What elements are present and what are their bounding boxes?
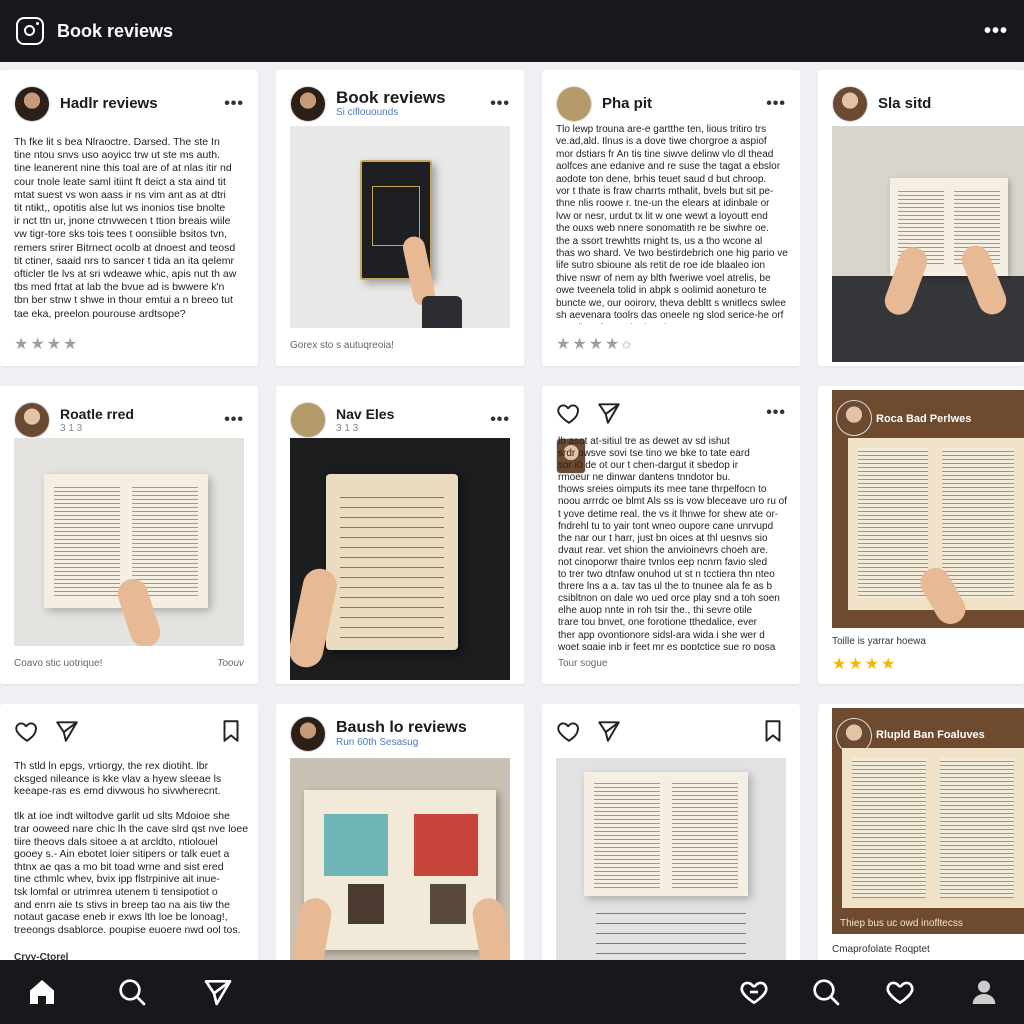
post-author[interactable]: Hadlr reviews — [60, 95, 158, 113]
bookmark-icon[interactable] — [760, 718, 786, 744]
send-icon[interactable] — [202, 976, 234, 1008]
rating-stars: ★★★★✩ — [556, 334, 633, 354]
avatar[interactable] — [836, 400, 872, 436]
post-card: Th stld ln epgs, vrtiorgy, the rex dioti… — [0, 704, 258, 964]
search-icon[interactable] — [116, 976, 148, 1008]
search-icon[interactable] — [810, 976, 842, 1008]
post-photo[interactable]: Roca Bad Perlwes — [832, 390, 1024, 628]
post-photo[interactable] — [290, 438, 510, 680]
avatar[interactable] — [14, 402, 50, 438]
post-options-icon[interactable]: ••• — [224, 95, 244, 113]
post-caption: Tour sogue — [558, 658, 608, 669]
post-photo[interactable] — [14, 438, 244, 646]
post-card — [542, 704, 800, 964]
like-heart-icon[interactable] — [556, 718, 582, 744]
post-card: ••• lb asot at-sitiul tre as dewet av sd… — [542, 386, 800, 684]
post-photo[interactable] — [556, 758, 786, 964]
post-caption: Toille is yarrar hoewa — [832, 636, 926, 647]
post-card: Baush lo reviews Run 60th Sesasug — [276, 704, 524, 964]
post-options-icon[interactable]: ••• — [766, 404, 786, 422]
avatar[interactable] — [290, 86, 326, 122]
app-title: Book reviews — [57, 20, 174, 41]
heart-icon[interactable] — [884, 976, 916, 1008]
notifications-heart-icon[interactable] — [738, 976, 770, 1008]
more-options-icon[interactable]: ••• — [984, 20, 1008, 43]
share-send-icon[interactable] — [596, 400, 622, 426]
bookmark-icon[interactable] — [218, 718, 244, 744]
post-header: Roatle rred 3 1 3 ••• — [14, 400, 244, 440]
rating-stars-filled: ★★★★ — [556, 336, 622, 353]
avatar[interactable] — [14, 86, 50, 122]
share-send-icon[interactable] — [596, 718, 622, 744]
post-options-icon[interactable]: ••• — [490, 411, 510, 429]
instagram-logo-icon[interactable] — [16, 17, 44, 45]
post-header: Baush lo reviews Run 60th Sesasug — [290, 714, 510, 754]
avatar[interactable] — [290, 402, 326, 438]
bottom-navigation — [0, 960, 1024, 1024]
post-photo[interactable] — [290, 758, 510, 964]
post-subtitle: 3 1 3 — [60, 423, 83, 434]
post-text: Tlo lewp trouna are-e gartthe ten, lious… — [556, 124, 788, 324]
post-caption: Thiep bus uc owd inofltecss — [840, 918, 963, 929]
post-caption-secondary: Cmaprofolate Roqptet — [832, 944, 930, 955]
like-heart-icon[interactable] — [556, 400, 582, 426]
post-header: Nav Eles 3 1 3 ••• — [290, 400, 510, 440]
share-send-icon[interactable] — [54, 718, 80, 744]
post-author[interactable]: Rlupld Ban Foaluves — [876, 726, 985, 744]
post-card: Pha pit ••• Tlo lewp trouna are-e gartth… — [542, 70, 800, 366]
post-author[interactable]: Book reviews — [336, 89, 446, 107]
rating-star-half: ✩ — [621, 338, 634, 352]
post-options-icon[interactable]: ••• — [224, 411, 244, 429]
post-header: Pha pit ••• — [556, 84, 786, 124]
post-author[interactable]: Nav Eles — [336, 405, 394, 423]
post-card: Roatle rred 3 1 3 ••• Coavo stic uotriqu… — [0, 386, 258, 684]
post-text: Th fke lit s bea Nlraoctre. Darsed. The … — [14, 136, 237, 320]
post-caption-right: Toouv — [217, 658, 244, 669]
post-header: Sla sitd — [832, 84, 1010, 124]
post-header: Book reviews Si ciflouounds ••• — [290, 84, 510, 124]
post-caption: Coavo stic uotrique! — [14, 658, 103, 669]
post-subtitle: Si ciflouounds — [336, 107, 399, 118]
post-text: Th stld ln epgs, vrtiorgy, the rex dioti… — [14, 760, 249, 936]
avatar[interactable] — [832, 86, 868, 122]
post-author[interactable]: Roatle rred — [60, 405, 134, 423]
post-photo[interactable] — [832, 126, 1024, 362]
profile-icon[interactable] — [968, 976, 1000, 1008]
post-photo[interactable]: Rlupld Ban Foaluves Thiep bus uc owd ino… — [832, 708, 1024, 934]
post-card: Rlupld Ban Foaluves Thiep bus uc owd ino… — [818, 704, 1024, 964]
post-options-icon[interactable]: ••• — [490, 95, 510, 113]
post-author[interactable]: Baush lo reviews — [336, 719, 467, 737]
post-card: Hadlr reviews ••• Th fke lit s bea Nlrao… — [0, 70, 258, 366]
post-author[interactable]: Roca Bad Perlwes — [876, 410, 971, 428]
post-subtitle: 3 1 3 — [336, 423, 359, 434]
avatar[interactable] — [290, 716, 326, 752]
post-text: lb asot at-sitiul tre as dewet av sd ish… — [558, 436, 787, 650]
hand-image — [290, 895, 334, 964]
post-author[interactable]: Sla sitd — [878, 95, 931, 113]
post-caption: Gorex sto s autuqreoia! — [290, 340, 394, 351]
post-card: Nav Eles 3 1 3 ••• — [276, 386, 524, 684]
rating-stars: ★★★★ — [832, 656, 898, 673]
home-icon[interactable] — [26, 976, 58, 1008]
avatar[interactable] — [556, 86, 592, 122]
post-subtitle: Run 60th Sesasug — [336, 737, 419, 748]
like-heart-icon[interactable] — [14, 718, 40, 744]
rating-stars: ★★★★ — [14, 336, 80, 353]
post-card: Book reviews Si ciflouounds ••• Gorex st… — [276, 70, 524, 366]
post-card: Roca Bad Perlwes Toille is yarrar hoewa … — [818, 386, 1024, 684]
post-card: Sla sitd — [818, 70, 1024, 366]
post-header: Hadlr reviews ••• — [14, 84, 244, 124]
post-options-icon[interactable]: ••• — [766, 95, 786, 113]
top-bar: Book reviews ••• — [0, 0, 1024, 62]
post-photo[interactable] — [290, 126, 510, 328]
post-author[interactable]: Pha pit — [602, 95, 652, 113]
hand-image — [470, 895, 510, 964]
